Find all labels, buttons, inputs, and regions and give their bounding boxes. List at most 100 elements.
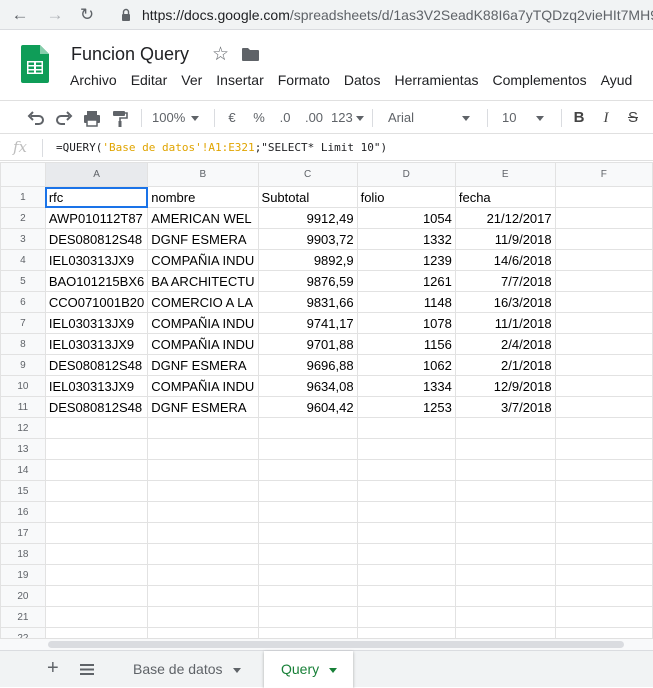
print-icon[interactable]: [82, 107, 102, 129]
cell-c6[interactable]: 9831,66: [257, 291, 358, 313]
cell-a10[interactable]: IEL030313JX9: [44, 375, 149, 397]
row-header[interactable]: 21: [0, 606, 46, 628]
cell-e6[interactable]: 16/3/2018: [454, 291, 556, 313]
row-header[interactable]: 19: [0, 564, 46, 586]
more-formats-button[interactable]: 123: [331, 107, 367, 129]
redo-icon[interactable]: [54, 107, 74, 129]
cell-e22[interactable]: [454, 627, 556, 638]
cell-d20[interactable]: [356, 585, 456, 607]
cell-c3[interactable]: 9903,72: [257, 228, 358, 250]
currency-format-button[interactable]: €: [222, 107, 242, 129]
cell-d13[interactable]: [356, 438, 456, 460]
cell-f2[interactable]: [554, 207, 653, 229]
row-header[interactable]: 2: [0, 207, 46, 229]
row-header[interactable]: 12: [0, 417, 46, 439]
row-header[interactable]: 4: [0, 249, 46, 271]
cell-a14[interactable]: [44, 459, 149, 481]
column-header-c[interactable]: C: [257, 162, 358, 187]
cell-f8[interactable]: [554, 333, 653, 355]
cell-b17[interactable]: [147, 522, 259, 544]
cell-f11[interactable]: [554, 396, 653, 418]
cell-a16[interactable]: [44, 501, 149, 523]
cell-d5[interactable]: 1261: [356, 270, 456, 292]
cell-d8[interactable]: 1156: [356, 333, 456, 355]
cell-c17[interactable]: [257, 522, 358, 544]
cell-d3[interactable]: 1332: [356, 228, 456, 250]
cell-b14[interactable]: [147, 459, 259, 481]
cell-c9[interactable]: 9696,88: [257, 354, 358, 376]
cell-a11[interactable]: DES080812S48: [44, 396, 149, 418]
cell-e5[interactable]: 7/7/2018: [454, 270, 556, 292]
cell-e14[interactable]: [454, 459, 556, 481]
sheet-tab-base-de-datos[interactable]: Base de datos: [115, 651, 259, 688]
cell-f18[interactable]: [554, 543, 653, 565]
increase-decimal-button[interactable]: .00: [302, 107, 326, 129]
cell-e10[interactable]: 12/9/2018: [454, 375, 556, 397]
menu-formato[interactable]: Formato: [271, 72, 337, 88]
cell-c12[interactable]: [257, 417, 358, 439]
cell-f12[interactable]: [554, 417, 653, 439]
menu-ayuda[interactable]: Ayud: [594, 72, 640, 88]
cell-d7[interactable]: 1078: [356, 312, 456, 334]
row-header[interactable]: 8: [0, 333, 46, 355]
cell-e13[interactable]: [454, 438, 556, 460]
cell-c7[interactable]: 9741,17: [257, 312, 358, 334]
row-header[interactable]: 5: [0, 270, 46, 292]
row-header[interactable]: 13: [0, 438, 46, 460]
formula-input[interactable]: =QUERY('Base de datos'!A1:E321;"SELECT* …: [56, 141, 387, 154]
cell-d14[interactable]: [356, 459, 456, 481]
cell-f5[interactable]: [554, 270, 653, 292]
decrease-decimal-button[interactable]: .0: [274, 107, 296, 129]
cell-e18[interactable]: [454, 543, 556, 565]
row-header[interactable]: 10: [0, 375, 46, 397]
font-size-select[interactable]: 10: [502, 107, 556, 129]
cell-c8[interactable]: 9701,88: [257, 333, 358, 355]
column-header-f[interactable]: F: [554, 162, 653, 187]
row-header[interactable]: 20: [0, 585, 46, 607]
cell-f14[interactable]: [554, 459, 653, 481]
cell-f20[interactable]: [554, 585, 653, 607]
cell-b8[interactable]: COMPAÑIA INDU: [147, 333, 259, 355]
italic-button[interactable]: I: [597, 107, 615, 129]
cell-b16[interactable]: [147, 501, 259, 523]
cell-a7[interactable]: IEL030313JX9: [44, 312, 149, 334]
cell-c15[interactable]: [257, 480, 358, 502]
cell-b1[interactable]: nombre: [147, 186, 259, 208]
cell-c5[interactable]: 9876,59: [257, 270, 358, 292]
cell-f1[interactable]: [554, 186, 653, 208]
star-icon[interactable]: ☆: [212, 43, 229, 66]
back-arrow-icon[interactable]: ←: [9, 4, 31, 26]
cell-f10[interactable]: [554, 375, 653, 397]
chevron-down-icon[interactable]: [232, 667, 241, 673]
cell-f13[interactable]: [554, 438, 653, 460]
cell-c1[interactable]: Subtotal: [257, 186, 358, 208]
cell-d16[interactable]: [356, 501, 456, 523]
zoom-select[interactable]: 100%: [152, 107, 208, 129]
cell-b6[interactable]: COMERCIO A LA: [147, 291, 259, 313]
cell-d11[interactable]: 1253: [356, 396, 456, 418]
cell-d22[interactable]: [356, 627, 456, 638]
cell-a5[interactable]: BAO101215BX6: [44, 270, 149, 292]
all-sheets-icon[interactable]: [80, 664, 94, 675]
cell-c16[interactable]: [257, 501, 358, 523]
strikethrough-button[interactable]: S: [624, 107, 642, 129]
row-header[interactable]: 9: [0, 354, 46, 376]
cell-d12[interactable]: [356, 417, 456, 439]
cell-b22[interactable]: [147, 627, 259, 638]
cell-e4[interactable]: 14/6/2018: [454, 249, 556, 271]
cell-e1[interactable]: fecha: [454, 186, 556, 208]
row-header[interactable]: 16: [0, 501, 46, 523]
cell-a18[interactable]: [44, 543, 149, 565]
cell-d1[interactable]: folio: [356, 186, 456, 208]
cell-e2[interactable]: 21/12/2017: [454, 207, 556, 229]
cell-a17[interactable]: [44, 522, 149, 544]
cell-b15[interactable]: [147, 480, 259, 502]
cell-e9[interactable]: 2/1/2018: [454, 354, 556, 376]
cell-e12[interactable]: [454, 417, 556, 439]
cell-b19[interactable]: [147, 564, 259, 586]
cell-a22[interactable]: [44, 627, 149, 638]
cell-a20[interactable]: [44, 585, 149, 607]
bold-button[interactable]: B: [570, 107, 588, 129]
sheets-logo-icon[interactable]: [21, 45, 49, 83]
font-family-select[interactable]: Arial: [388, 107, 480, 129]
